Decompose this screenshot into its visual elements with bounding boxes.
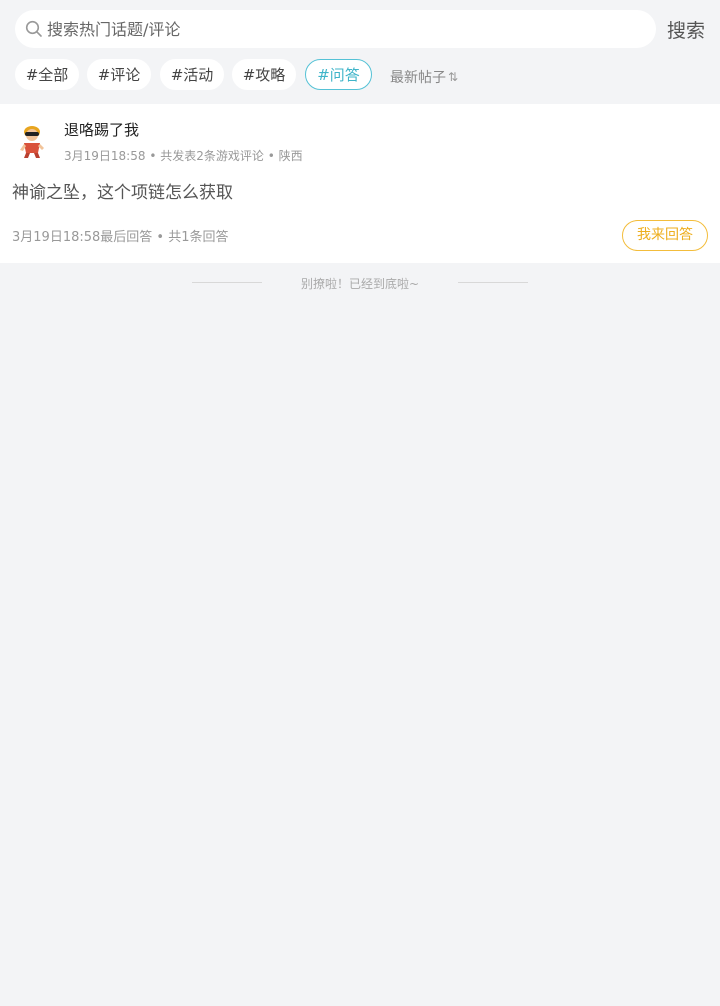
post-meta: 3月19日18:58 • 共发表2条游戏评论 • 陕西 [64, 147, 303, 164]
tag-guides[interactable]: #攻略 [232, 59, 296, 90]
meta-separator: • [267, 149, 279, 163]
post-card[interactable]: 退咯踢了我 3月19日18:58 • 共发表2条游戏评论 • 陕西 神谕之坠，这… [0, 104, 720, 263]
sort-label: 最新帖子 [390, 70, 446, 86]
search-icon [25, 20, 42, 37]
tag-events[interactable]: #活动 [160, 59, 224, 90]
last-reply-time: 3月19日18:58最后回答 [12, 230, 153, 245]
review-count: 共发表2条游戏评论 [160, 149, 264, 163]
search-input[interactable] [47, 19, 607, 39]
top-bar: 搜索 #全部 #评论 #活动 #攻略 #问答 最新帖子 ⇅ [0, 0, 720, 104]
tag-qa[interactable]: #问答 [305, 59, 372, 90]
tag-filter-bar: #全部 #评论 #活动 #攻略 #问答 [15, 59, 715, 90]
post-footer-meta: 3月19日18:58最后回答 • 共1条回答 [12, 226, 229, 245]
avatar[interactable] [14, 122, 50, 160]
post-time: 3月19日18:58 [64, 149, 146, 163]
post-location: 陕西 [278, 149, 303, 163]
meta-separator: • [149, 149, 161, 163]
meta-separator: • [156, 230, 169, 245]
sort-arrows-icon: ⇅ [448, 70, 459, 84]
post-username[interactable]: 退咯踢了我 [64, 119, 139, 140]
tag-all[interactable]: #全部 [15, 59, 79, 90]
sort-selector[interactable]: 最新帖子 ⇅ [390, 67, 458, 87]
search-button[interactable]: 搜索 [667, 16, 705, 43]
list-end-text: 别撩啦！已经到底啦~ [300, 277, 420, 291]
answer-button[interactable]: 我来回答 [622, 220, 708, 251]
tag-reviews[interactable]: #评论 [87, 59, 151, 90]
search-box[interactable] [15, 10, 656, 48]
post-title[interactable]: 神谕之坠，这个项链怎么获取 [12, 178, 233, 203]
reply-count: 共1条回答 [168, 230, 229, 245]
